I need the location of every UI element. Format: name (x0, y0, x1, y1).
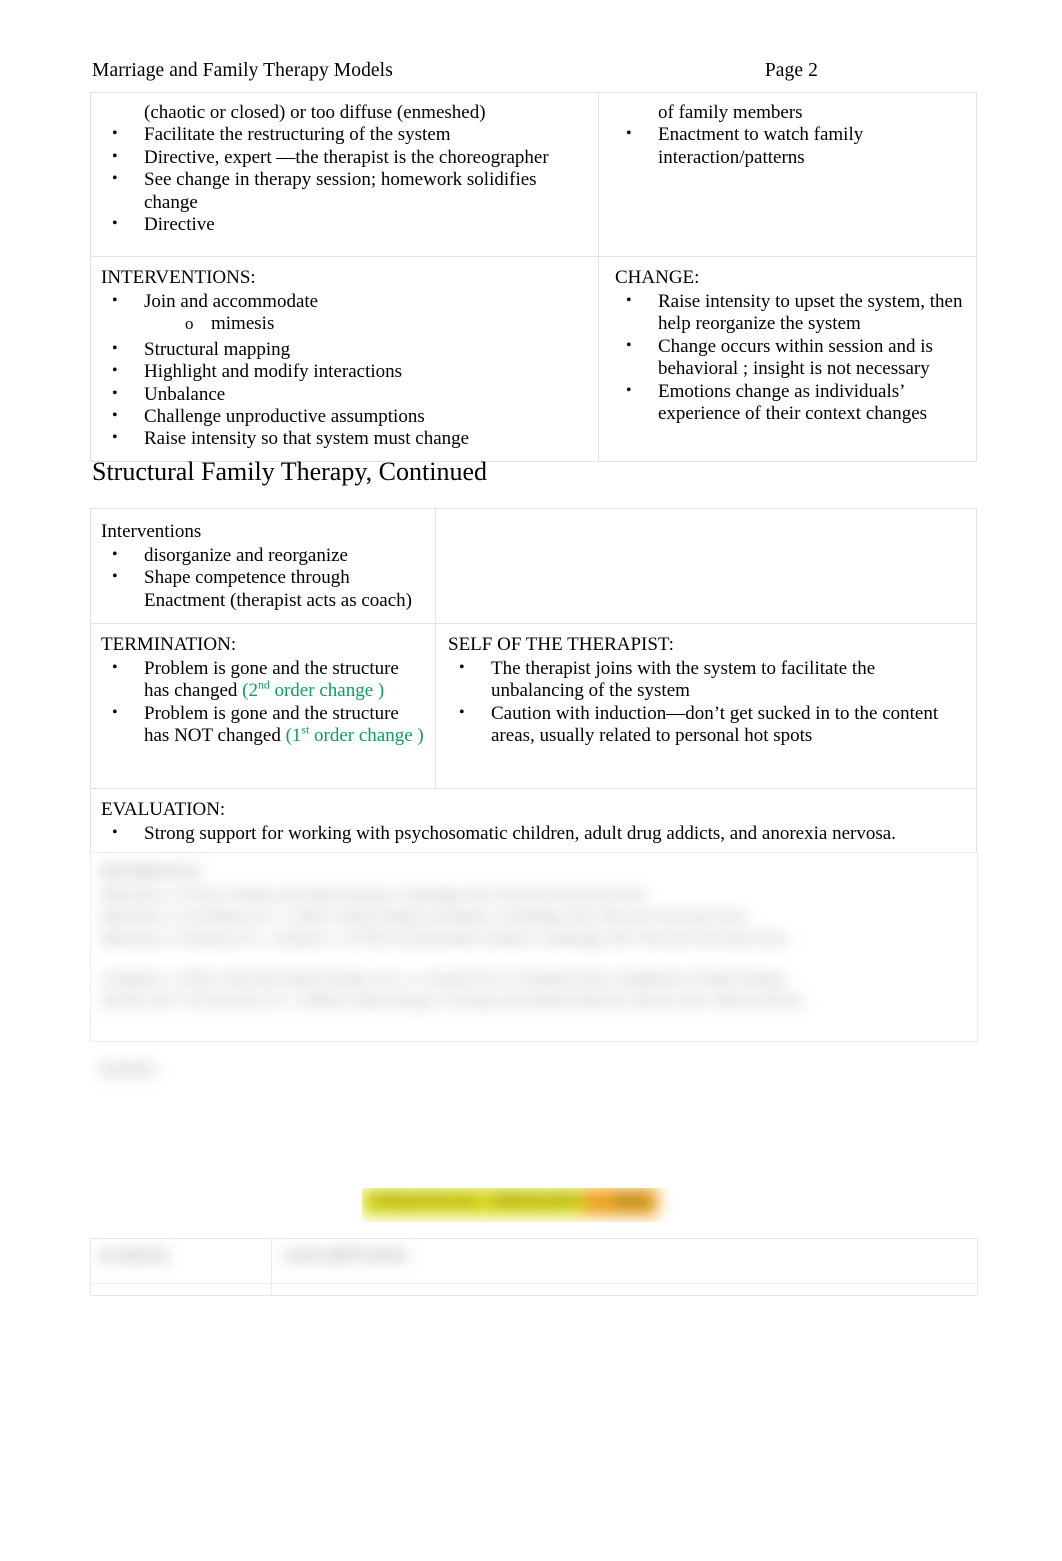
sub-list-item: mimesis (101, 313, 588, 336)
cell-change: CHANGE: Raise intensity to upset the sys… (598, 256, 977, 462)
ordinal-superscript: nd (257, 679, 270, 693)
table-structural-family-therapy-top: (chaotic or closed) or too diffuse (enme… (90, 92, 977, 462)
reference-entry: Nichols, M. P., & Schwartz, R. C. (2004)… (101, 993, 805, 1009)
list-item: disorganize and reorganize (101, 544, 425, 567)
order-change-annotation: (2nd order change ) (242, 679, 385, 702)
list-item: Strong support for working with psychoso… (101, 822, 966, 845)
table-row: Interventions disorganize and reorganize… (90, 508, 977, 624)
list-item: (chaotic or closed) or too diffuse (enme… (144, 102, 486, 123)
bullet-list: Strong support for working with psychoso… (101, 822, 966, 845)
order-change-annotation: (1st order change ) (285, 723, 424, 747)
cell-label-termination: TERMINATION: (101, 634, 237, 655)
list-item: Directive (101, 213, 588, 236)
cell-interventions: INTERVENTIONS: Join and accommodate mime… (90, 256, 599, 462)
table-row: INTERVENTIONS: Join and accommodate mime… (90, 256, 977, 462)
list-item: Structural mapping (101, 338, 588, 361)
list-item: Change occurs within session and is beha… (615, 335, 966, 381)
table-row: (chaotic or closed) or too diffuse (enme… (90, 92, 977, 257)
column-header-school: SCHOOL (100, 1246, 172, 1265)
bullet-list: (chaotic or closed) or too diffuse (enme… (101, 102, 588, 236)
section-heading: Structural Family Therapy, Continued (92, 457, 487, 486)
list-item: See change in therapy session; homework … (101, 168, 588, 214)
cell-approach-right: of family members Enactment to watch fam… (598, 92, 977, 257)
references-blurred-content: REFERENCES Minuchin, S. (1974). Families… (91, 853, 977, 1012)
bullet-list: Structural mapping Highlight and modify … (101, 338, 588, 451)
cell-label-interventions: Interventions (101, 521, 202, 542)
list-item: Facilitate the restructuring of the syst… (101, 123, 588, 146)
list-item: Enactment to watch family interaction/pa… (615, 123, 966, 169)
bullet-list: The therapist joins with the system to f… (448, 657, 966, 748)
list-item: Challenge unproductive assumptions (101, 405, 588, 428)
bullet-list: Join and accommodate (101, 290, 588, 313)
reference-entry: Colapinto, J. (1991). Structural family … (101, 971, 789, 987)
list-item: Raise intensity to upset the system, the… (615, 290, 966, 336)
document-title: Marriage and Family Therapy Models (92, 60, 393, 81)
cell-label-change: CHANGE: (615, 267, 700, 288)
list-item: of family members (658, 102, 803, 123)
references-block-redacted: REFERENCES Minuchin, S. (1974). Families… (90, 852, 978, 1042)
list-item: Raise intensity so that system must chan… (101, 427, 588, 450)
highlighted-banner-redacted: STRATEGIC THERAPY — MRI (362, 1188, 706, 1222)
notes-label: NOTES (100, 1062, 157, 1079)
table-schools-assumptions-redacted: SCHOOL ASSUMPTIONS (90, 1238, 978, 1296)
references-label: REFERENCES (101, 864, 201, 880)
column-header-assumptions: ASSUMPTIONS (283, 1246, 408, 1265)
row-divider (91, 1283, 977, 1284)
list-item: Problem is gone and the structure has ch… (101, 657, 425, 703)
cell-self-of-therapist: SELF OF THE THERAPIST: The therapist joi… (435, 623, 977, 789)
bullet-list: Problem is gone and the structure has ch… (101, 657, 425, 748)
cell-label-evaluation: EVALUATION: (101, 799, 226, 820)
cell-empty (435, 508, 977, 624)
table-row: TERMINATION: Problem is gone and the str… (90, 623, 977, 789)
list-item: Directive, expert —the therapist is the … (101, 146, 588, 169)
bullet-list: disorganize and reorganize Shape compete… (101, 544, 425, 612)
reference-entry: Minuchin, S., Rosman, B. L., & Baker, L.… (101, 931, 791, 947)
cell-termination: TERMINATION: Problem is gone and the str… (90, 623, 436, 789)
reference-entry: Minuchin, S., & Fishman, H. C. (1981). F… (101, 909, 751, 925)
list-item: Join and accommodate (101, 290, 588, 313)
bullet-list: of family members Enactment to watch fam… (615, 102, 966, 169)
list-item: The therapist joins with the system to f… (448, 657, 966, 703)
banner-title: STRATEGIC THERAPY — MRI (362, 1188, 658, 1216)
table-structural-family-therapy-continued: Interventions disorganize and reorganize… (90, 508, 977, 866)
list-item: Highlight and modify interactions (101, 360, 588, 383)
list-item: Emotions change as individuals’ experien… (615, 380, 966, 426)
cell-label-self-of-therapist: SELF OF THE THERAPIST: (448, 634, 674, 655)
running-header: Marriage and Family Therapy Models Page … (92, 60, 958, 82)
page-number: Page 2 (764, 60, 818, 81)
document-page: Marriage and Family Therapy Models Page … (0, 0, 1062, 1561)
bullet-list: Raise intensity to upset the system, the… (615, 290, 966, 426)
list-item: Problem is gone and the structure has NO… (101, 702, 425, 748)
list-item: Caution with induction—don’t get sucked … (448, 702, 966, 748)
column-divider (271, 1239, 272, 1295)
cell-label-interventions: INTERVENTIONS: (101, 267, 256, 288)
list-item: Shape competence through Enactment (ther… (101, 566, 425, 612)
reference-entry: Minuchin, S. (1974). Families and family… (101, 887, 649, 903)
cell-interventions-continued: Interventions disorganize and reorganize… (90, 508, 436, 624)
cell-approach-left: (chaotic or closed) or too diffuse (enme… (90, 92, 599, 257)
list-item: Unbalance (101, 383, 588, 406)
notes-block-redacted: NOTES (90, 1052, 976, 1152)
